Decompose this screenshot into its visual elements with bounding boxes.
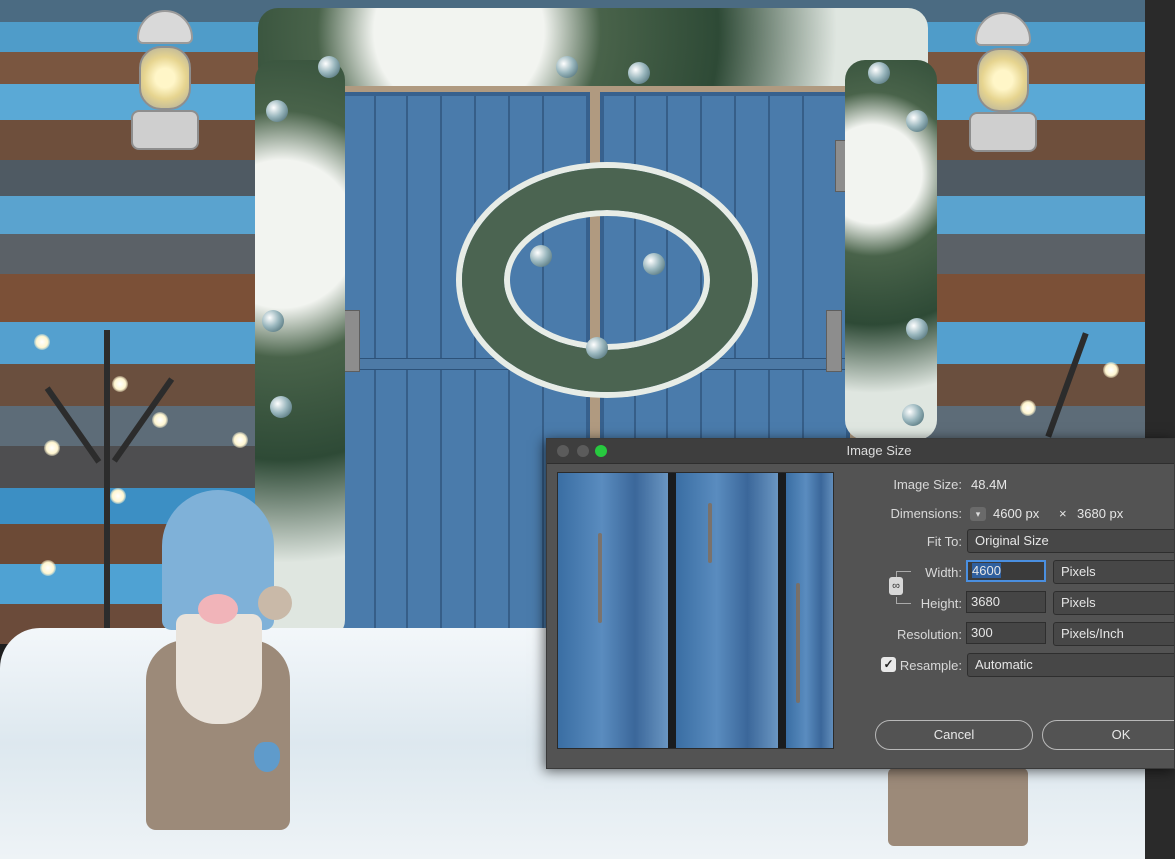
dialog-titlebar[interactable]: Image Size [547, 439, 1174, 464]
string-light [152, 412, 168, 428]
ornament [318, 56, 340, 78]
resolution-unit-select[interactable]: Pixels/Inch [1053, 622, 1174, 646]
ornament [266, 100, 288, 122]
preview-wood-board [558, 473, 668, 748]
width-input-text: 4600 [972, 563, 1001, 578]
height-unit-select[interactable]: Pixels [1053, 591, 1174, 615]
width-unit-select[interactable]: Pixels [1053, 560, 1174, 584]
gnome-figure [140, 490, 300, 835]
string-light [1103, 362, 1119, 378]
fit-to-select[interactable]: Original Size [967, 529, 1174, 553]
gnome-figure-partial [888, 768, 1028, 846]
preview-wood-board [676, 473, 778, 748]
heart-ornament [254, 742, 280, 772]
ornament [902, 404, 924, 426]
resample-label: Resample: [899, 658, 962, 673]
height-input[interactable]: 3680 [966, 591, 1046, 613]
string-light [110, 488, 126, 504]
ornament [906, 110, 928, 132]
ornament [556, 56, 578, 78]
lantern-base [131, 110, 199, 150]
lantern-glass [977, 48, 1029, 112]
lantern-left [125, 10, 205, 150]
lantern-cap [975, 12, 1031, 46]
garland-top [258, 8, 928, 86]
dialog-title: Image Size [846, 443, 912, 458]
resolution-label: Resolution: [896, 627, 962, 642]
gnome-hat-pompom [258, 586, 292, 620]
ok-button[interactable]: OK [1042, 720, 1174, 750]
door-slat [508, 96, 510, 658]
resample-select[interactable]: Automatic [967, 653, 1174, 677]
preview-board-gap [778, 473, 786, 748]
gnome-nose [198, 594, 238, 624]
ornament [586, 337, 608, 359]
ornament [628, 62, 650, 84]
preview-rust-mark [598, 533, 602, 623]
preview-rust-mark [708, 503, 712, 563]
ornament [262, 310, 284, 332]
preview-rust-mark [796, 583, 800, 703]
image-size-dialog: Image Size Image Size: 48.4M Dimensions:… [546, 438, 1175, 769]
dimensions-times: × [1059, 506, 1067, 521]
string-light [232, 432, 248, 448]
image-preview[interactable] [557, 472, 834, 749]
link-icon[interactable]: ∞ [889, 577, 903, 595]
lantern-right [963, 12, 1043, 152]
dimensions-height-value: 3680 px [1077, 506, 1124, 521]
door-slat [440, 96, 442, 658]
door-slat [406, 96, 408, 658]
lantern-cap [137, 10, 193, 44]
string-light [40, 560, 56, 576]
gnome-beard [176, 614, 262, 724]
door-slat [474, 96, 476, 658]
door-hinge [344, 310, 360, 372]
ornament [530, 245, 552, 267]
ornament [643, 253, 665, 275]
preview-wood-board [786, 473, 833, 748]
dimensions-label: Dimensions: [890, 506, 962, 521]
width-input[interactable]: 4600 [966, 560, 1046, 582]
christmas-wreath [462, 168, 752, 392]
string-light [44, 440, 60, 456]
dimensions-width-value: 4600 px [993, 506, 1040, 521]
cancel-button[interactable]: Cancel [875, 720, 1033, 750]
lantern-glass [139, 46, 191, 110]
image-size-value: 48.4M [971, 477, 1008, 492]
fit-to-label: Fit To: [926, 534, 962, 549]
ornament [270, 396, 292, 418]
door-slat [374, 96, 376, 658]
ornament [906, 318, 928, 340]
image-size-label: Image Size: [893, 477, 962, 492]
ornament [868, 62, 890, 84]
chevron-down-icon[interactable]: ▾ [970, 507, 986, 521]
height-label: Height: [920, 596, 962, 611]
string-light [1020, 400, 1036, 416]
preview-board-gap [668, 473, 676, 748]
string-light [112, 376, 128, 392]
lantern-base [969, 112, 1037, 152]
door-hinge [826, 310, 842, 372]
resolution-input[interactable]: 300 [966, 622, 1046, 644]
string-light [34, 334, 50, 350]
